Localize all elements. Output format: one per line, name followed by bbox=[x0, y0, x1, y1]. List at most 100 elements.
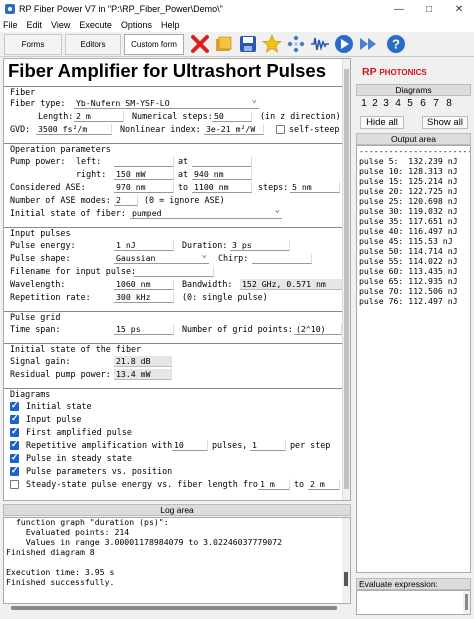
evaluate-expression-input[interactable] bbox=[356, 590, 471, 615]
duration-label: Duration: bbox=[182, 240, 228, 250]
length-input[interactable]: 2 m bbox=[74, 111, 124, 122]
hide-all-button[interactable]: Hide all bbox=[360, 116, 404, 129]
section-input-pulses: Input pulses bbox=[10, 228, 71, 238]
section-fiber: Fiber bbox=[10, 87, 36, 97]
pump-right-input[interactable]: 150 mW bbox=[114, 169, 174, 180]
diagram-checkbox-parameters[interactable] bbox=[10, 465, 19, 476]
log-line: Evaluated points: 214 bbox=[6, 527, 130, 537]
pump-left-wavelength-input[interactable] bbox=[192, 156, 252, 167]
diagram-checkbox-steady-state[interactable] bbox=[10, 452, 19, 463]
ase-to-input[interactable]: 1100 nm bbox=[192, 182, 252, 193]
ase-to-label: to bbox=[178, 182, 189, 192]
form-scrollbar-thumb[interactable] bbox=[344, 69, 349, 489]
diagram-checkbox-repetitive[interactable] bbox=[10, 439, 19, 450]
diagram-label-repetitive: Repetitive amplification with bbox=[26, 440, 173, 450]
output-line: pulse 76: 112.497 nJ bbox=[359, 296, 458, 306]
editors-button[interactable]: Editors bbox=[65, 33, 121, 55]
initial-state-select[interactable]: pumped bbox=[130, 205, 282, 219]
menu-file[interactable]: File bbox=[3, 20, 18, 30]
log-area: function graph "duration (ps)": Evaluate… bbox=[3, 517, 351, 604]
logo-photonics: PHOTONICS bbox=[379, 68, 427, 77]
diagram-checkbox-input-pulse[interactable] bbox=[10, 413, 19, 424]
diagram-label-first-amplified: First amplified pulse bbox=[26, 427, 132, 437]
menu-execute[interactable]: Execute bbox=[79, 20, 112, 30]
ase-steps-label: steps: bbox=[258, 182, 289, 192]
waveform-icon[interactable] bbox=[309, 33, 331, 55]
diagram-number-4[interactable]: 4 bbox=[393, 98, 403, 110]
show-all-button[interactable]: Show all bbox=[422, 116, 468, 129]
diagram-number-6[interactable]: 6 bbox=[418, 98, 428, 110]
evaluate-scrollbar-thumb[interactable] bbox=[465, 594, 468, 610]
ase-from-input[interactable]: 970 nm bbox=[114, 182, 174, 193]
delete-icon[interactable] bbox=[189, 33, 211, 55]
diagram-number-2[interactable]: 2 bbox=[370, 98, 380, 110]
section-divider bbox=[4, 388, 344, 389]
diagram-number-3[interactable]: 3 bbox=[381, 98, 391, 110]
menu-help[interactable]: Help bbox=[161, 20, 180, 30]
grid-points-input[interactable]: (2^10) bbox=[294, 324, 342, 335]
log-scrollbar-thumb[interactable] bbox=[344, 572, 348, 586]
log-horizontal-scrollbar[interactable] bbox=[3, 604, 351, 612]
output-line: pulse 55: 114.022 nJ bbox=[359, 256, 458, 266]
log-scrollbar[interactable] bbox=[342, 518, 350, 603]
diagram-number-1[interactable]: 1 bbox=[359, 98, 369, 110]
gamepad-icon[interactable] bbox=[285, 33, 307, 55]
diagram-checkbox-first-amplified[interactable] bbox=[10, 426, 19, 437]
maximize-icon[interactable]: □ bbox=[414, 0, 444, 18]
diagram-checkbox-initial-state[interactable] bbox=[10, 400, 19, 411]
repetitive-step-input[interactable]: 1 bbox=[250, 440, 286, 451]
ase-modes-input[interactable]: 2 bbox=[114, 195, 138, 206]
evaluate-scrollbar[interactable] bbox=[463, 591, 470, 614]
custom-form-button[interactable]: Custom form bbox=[124, 33, 184, 55]
output-line: pulse 40: 116.497 nJ bbox=[359, 226, 458, 236]
pulse-energy-input[interactable]: 1 nJ bbox=[114, 240, 174, 251]
length-to-input[interactable]: 2 m bbox=[308, 479, 340, 490]
output-line: pulse 50: 114.714 nJ bbox=[359, 246, 458, 256]
app-window: RP Fiber Power V7 in "P:\RP_Fiber_Power\… bbox=[0, 0, 474, 619]
log-horizontal-thumb[interactable] bbox=[11, 606, 337, 610]
run-icon[interactable] bbox=[333, 33, 355, 55]
output-line: pulse 65: 112.935 nJ bbox=[359, 276, 458, 286]
diagram-number-8[interactable]: 8 bbox=[444, 98, 454, 110]
diagram-number-5[interactable]: 5 bbox=[405, 98, 415, 110]
duration-input[interactable]: 3 ps bbox=[230, 240, 290, 251]
pump-left-at-label: at bbox=[178, 156, 189, 166]
menu-options[interactable]: Options bbox=[121, 20, 152, 30]
favorite-star-icon[interactable] bbox=[261, 33, 283, 55]
time-span-input[interactable]: 15 ps bbox=[114, 324, 174, 335]
diagram-checkbox-energy-vs-length[interactable] bbox=[10, 480, 19, 489]
repetition-rate-input[interactable]: 300 kHz bbox=[114, 292, 174, 303]
pump-right-at-label: at bbox=[178, 169, 189, 179]
section-divider bbox=[4, 86, 344, 87]
gvd-input[interactable]: 3500 fs²/m bbox=[36, 124, 112, 135]
pump-left-input[interactable] bbox=[114, 156, 174, 167]
diagram-number-7[interactable]: 7 bbox=[431, 98, 441, 110]
wavelength-input[interactable]: 1060 nm bbox=[114, 279, 174, 290]
input-file-input[interactable] bbox=[134, 266, 214, 277]
output-line: pulse 30: 119.032 nJ bbox=[359, 206, 458, 216]
save-icon[interactable] bbox=[237, 33, 259, 55]
length-label: Length: bbox=[38, 111, 74, 121]
self-steep-checkbox[interactable] bbox=[276, 125, 285, 134]
open-folder-icon[interactable] bbox=[213, 33, 235, 55]
chirp-input[interactable] bbox=[252, 253, 312, 264]
pump-right-wavelength-input[interactable]: 940 nm bbox=[192, 169, 252, 180]
menu-edit[interactable]: Edit bbox=[27, 20, 43, 30]
help-icon[interactable]: ? bbox=[385, 33, 407, 55]
form-scrollbar[interactable] bbox=[342, 59, 350, 500]
output-area-title: Output area bbox=[356, 133, 471, 145]
repetitive-count-input[interactable]: 10 bbox=[172, 440, 208, 451]
nonlinear-index-input[interactable]: 3e-21 m²/W bbox=[204, 124, 264, 135]
ase-steps-input[interactable]: 5 nm bbox=[290, 182, 340, 193]
fiber-type-select[interactable]: Yb-Nufern SM-YSF-LO bbox=[74, 95, 259, 109]
minimize-icon[interactable]: — bbox=[384, 0, 414, 18]
length-from-input[interactable]: 1 m bbox=[258, 479, 290, 490]
close-icon[interactable]: ✕ bbox=[444, 0, 474, 18]
fast-forward-icon[interactable] bbox=[357, 33, 379, 55]
menu-view[interactable]: View bbox=[51, 20, 70, 30]
section-initial-state: Initial state of the fiber bbox=[10, 344, 142, 354]
forms-button[interactable]: Forms bbox=[4, 33, 62, 55]
numerical-steps-input[interactable]: 50 bbox=[212, 111, 252, 122]
pulse-shape-select[interactable]: Gaussian bbox=[114, 250, 209, 264]
evaluate-expression-label: Evaluate expression: bbox=[356, 578, 471, 590]
